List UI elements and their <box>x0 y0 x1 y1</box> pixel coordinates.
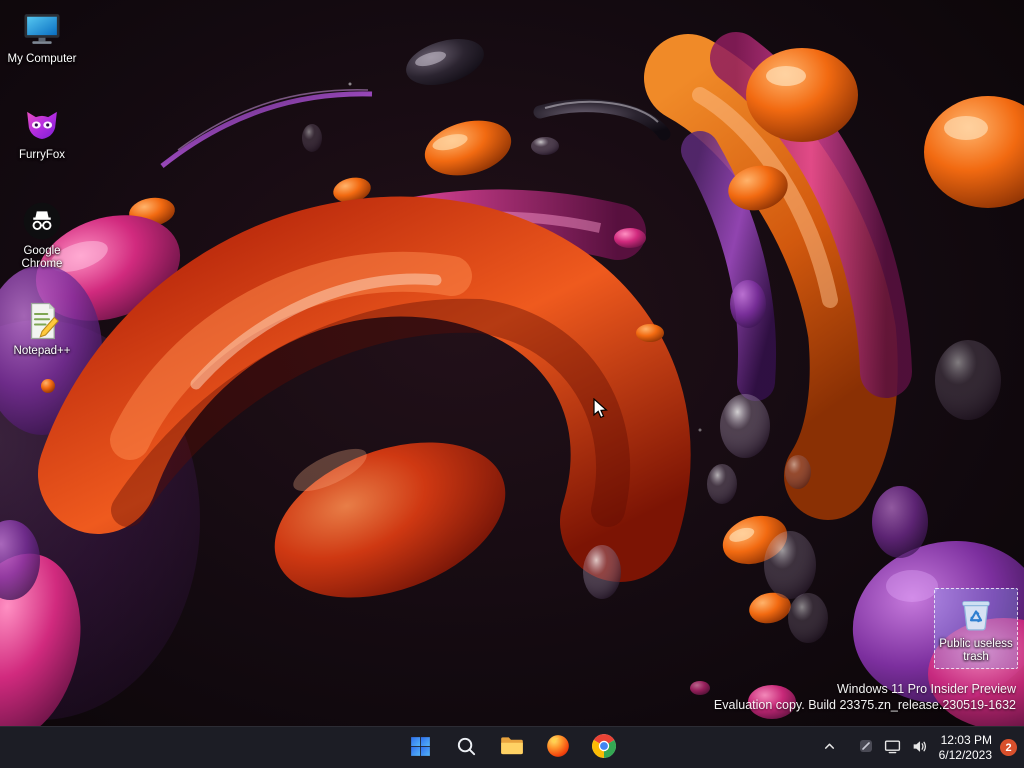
desktop-wallpaper <box>0 0 1024 768</box>
desktop-icon-google-chrome[interactable]: Google Chrome <box>2 200 82 271</box>
windows-start-icon <box>408 734 433 762</box>
tray-app-icon <box>858 738 874 757</box>
start-button[interactable] <box>401 730 439 766</box>
search-button[interactable] <box>447 730 485 766</box>
recycle-bin-icon <box>955 593 997 635</box>
taskbar: 12:03 PM 6/12/2023 2 <box>0 726 1024 768</box>
system-tray: 12:03 PM 6/12/2023 2 <box>817 727 1022 768</box>
notepad-document-icon <box>21 300 63 342</box>
search-icon <box>455 735 478 761</box>
file-explorer-button[interactable] <box>493 730 531 766</box>
taskbar-clock[interactable]: 12:03 PM 6/12/2023 <box>933 731 998 765</box>
tray-app-button[interactable] <box>853 730 879 766</box>
folder-icon <box>499 733 525 762</box>
firefox-button[interactable] <box>539 730 577 766</box>
notification-badge[interactable]: 2 <box>1000 739 1017 756</box>
chevron-up-icon <box>823 740 836 756</box>
furryfox-icon <box>21 104 63 146</box>
network-icon <box>884 738 901 758</box>
clock-time: 12:03 PM <box>940 732 992 747</box>
desktop-icon-label: FurryFox <box>19 149 65 161</box>
desktop-icon-label: Public useless trash <box>939 638 1013 663</box>
evaluation-watermark: Windows 11 Pro Insider Preview Evaluatio… <box>714 682 1016 713</box>
desktop-icon-label: Notepad++ <box>13 345 71 357</box>
desktop-icon-my-computer[interactable]: My Computer <box>2 8 82 66</box>
clock-date: 6/12/2023 <box>938 747 992 762</box>
desktop-icon-furryfox[interactable]: FurryFox <box>2 104 82 162</box>
incognito-spy-icon <box>21 200 63 242</box>
desktop-icon-label: My Computer <box>7 53 77 65</box>
volume-button[interactable] <box>906 730 933 766</box>
chrome-button[interactable] <box>585 730 623 766</box>
chrome-icon <box>591 733 617 762</box>
desktop-icon-recycle-bin[interactable]: Public useless trash <box>934 588 1018 669</box>
desktop[interactable]: My Computer FurryFox Google Chrome Notep… <box>0 0 1024 768</box>
desktop-icon-label: Google Chrome <box>21 245 63 270</box>
firefox-icon <box>545 733 571 762</box>
taskbar-center-icons <box>401 727 623 768</box>
watermark-line1: Windows 11 Pro Insider Preview <box>836 682 1016 696</box>
desktop-icon-notepadpp[interactable]: Notepad++ <box>2 300 82 358</box>
network-button[interactable] <box>879 730 906 766</box>
my-computer-icon <box>21 8 63 50</box>
volume-icon <box>911 738 928 758</box>
hidden-icons-button[interactable] <box>817 730 843 766</box>
watermark-line2: Evaluation copy. Build 23375.zn_release.… <box>713 697 1016 712</box>
